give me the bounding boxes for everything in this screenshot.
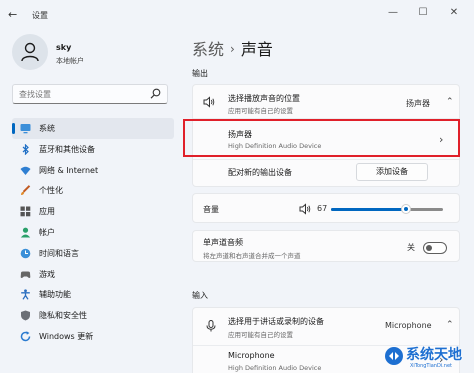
search-input[interactable] <box>19 87 147 101</box>
microphone-icon <box>206 320 216 332</box>
mono-audio-label: 单声道音频 <box>203 238 243 247</box>
sidebar-item-label: 系统 <box>39 124 55 133</box>
microphone-device-sub: High Definition Audio Device <box>228 364 322 372</box>
input-device-value: Microphone <box>385 321 432 330</box>
account-type: 本地帐户 <box>56 57 84 65</box>
mono-audio-toggle[interactable] <box>423 242 447 254</box>
input-device-row[interactable]: 选择用于讲话或录制的设备 应用可能有自己的设置 Microphone ⌃ <box>193 308 459 343</box>
shield-icon <box>21 310 30 321</box>
monitor-icon <box>20 124 31 134</box>
sidebar-item-gaming[interactable]: 游戏 <box>12 264 174 285</box>
sidebar-item-accessibility[interactable]: 辅助功能 <box>12 284 174 305</box>
globe-clock-icon <box>20 248 31 259</box>
divider <box>193 159 459 160</box>
sidebar-item-personalization[interactable]: 个性化 <box>12 180 174 201</box>
avatar <box>12 34 48 70</box>
sidebar-item-label: 网络 & Internet <box>39 165 99 175</box>
sidebar-item-privacy-security[interactable]: 隐私和安全性 <box>12 305 174 326</box>
game-controller-icon <box>20 271 31 278</box>
settings-window: ← 设置 — ☐ ✕ sky 本地帐户 系统 <box>0 0 474 373</box>
mono-audio-sub: 将左声道和右声道合并成一个声道 <box>203 252 301 260</box>
add-device-button[interactable]: 添加设备 <box>356 163 428 181</box>
speaker-icon <box>203 96 215 108</box>
sidebar-item-label: 帐户 <box>39 227 55 237</box>
input-heading: 输入 <box>192 291 208 300</box>
volume-slider-thumb[interactable] <box>401 204 412 214</box>
brush-icon <box>21 185 31 196</box>
breadcrumb: 系统 › 声音 <box>192 36 273 60</box>
wifi-icon <box>20 166 31 175</box>
user-profile[interactable]: sky 本地帐户 <box>12 34 182 74</box>
volume-slider[interactable] <box>331 204 443 214</box>
update-icon <box>20 331 31 342</box>
apps-icon <box>20 206 31 217</box>
output-device-label: 选择播放声音的位置 <box>228 94 300 103</box>
page-title: 声音 <box>240 40 273 59</box>
volume-slider-fill <box>331 208 407 211</box>
sidebar-item-label: 应用 <box>39 207 55 217</box>
settings-search[interactable] <box>12 84 168 104</box>
mono-audio-card: 单声道音频 将左声道和右声道合并成一个声道 关 <box>192 230 460 262</box>
volume-card: 音量 67 <box>192 193 460 223</box>
output-device-value: 扬声器 <box>406 99 430 108</box>
sidebar-item-label: Windows 更新 <box>39 331 94 341</box>
accessibility-icon <box>21 289 30 301</box>
sidebar-item-apps[interactable]: 应用 <box>12 201 174 222</box>
breadcrumb-parent[interactable]: 系统 <box>192 40 224 59</box>
sidebar-item-windows-update[interactable]: Windows 更新 <box>12 326 174 347</box>
output-device-sub: 应用可能有自己的设置 <box>228 107 293 115</box>
output-device-row[interactable]: 选择播放声音的位置 应用可能有自己的设置 扬声器 ⌃ <box>193 85 459 118</box>
breadcrumb-separator: › <box>230 42 235 56</box>
input-device-sub: 应用可能有自己的设置 <box>228 331 293 339</box>
watermark: 系统天地 XiTongTianDi.net <box>384 344 474 373</box>
sidebar-item-time-language[interactable]: 时间和语言 <box>12 243 174 264</box>
pair-output-row: 配对新的输出设备 添加设备 <box>193 161 459 187</box>
sidebar-item-label: 个性化 <box>39 186 63 196</box>
sidebar-item-accounts[interactable]: 帐户 <box>12 222 174 243</box>
sidebar-item-label: 辅助功能 <box>39 290 71 300</box>
mono-audio-state: 关 <box>407 243 415 252</box>
sidebar-item-label: 时间和语言 <box>39 248 79 258</box>
sidebar-item-system[interactable]: 系统 <box>12 118 174 139</box>
output-heading: 输出 <box>192 69 208 78</box>
back-arrow-icon[interactable]: ← <box>8 9 22 21</box>
volume-icon[interactable] <box>299 203 311 215</box>
sidebar-item-label: 蓝牙和其他设备 <box>39 144 95 154</box>
sidebar-nav: 系统 蓝牙和其他设备 网络 & Internet 个性化 应用 帐户 时间和语言… <box>12 118 174 347</box>
watermark-url: XiTongTianDi.net <box>410 363 452 369</box>
bluetooth-icon <box>22 143 29 155</box>
input-device-label: 选择用于讲话或录制的设备 <box>228 317 324 326</box>
volume-label: 音量 <box>203 205 219 214</box>
person-icon <box>21 42 39 62</box>
minimize-button[interactable]: — <box>382 4 404 22</box>
close-button[interactable]: ✕ <box>443 4 465 22</box>
watermark-logo-icon <box>385 347 403 365</box>
search-icon[interactable] <box>150 88 161 99</box>
highlight-box <box>183 119 460 157</box>
pair-output-label: 配对新的输出设备 <box>228 168 292 177</box>
user-name: sky <box>56 43 72 52</box>
maximize-button[interactable]: ☐ <box>412 4 434 22</box>
chevron-up-icon: ⌃ <box>446 97 454 107</box>
volume-value: 67 <box>317 204 328 213</box>
watermark-text: 系统天地 <box>406 347 462 363</box>
person-icon <box>20 227 31 238</box>
sidebar-item-bluetooth[interactable]: 蓝牙和其他设备 <box>12 139 174 160</box>
sidebar-item-network[interactable]: 网络 & Internet <box>12 160 174 181</box>
window-title: 设置 <box>32 11 48 20</box>
toggle-knob <box>426 245 432 251</box>
title-bar: ← 设置 — ☐ ✕ <box>0 0 474 30</box>
microphone-device-label: Microphone <box>228 351 275 360</box>
chevron-up-icon: ⌃ <box>446 320 454 330</box>
sidebar-item-label: 隐私和安全性 <box>39 311 87 321</box>
sidebar-item-label: 游戏 <box>39 269 55 279</box>
